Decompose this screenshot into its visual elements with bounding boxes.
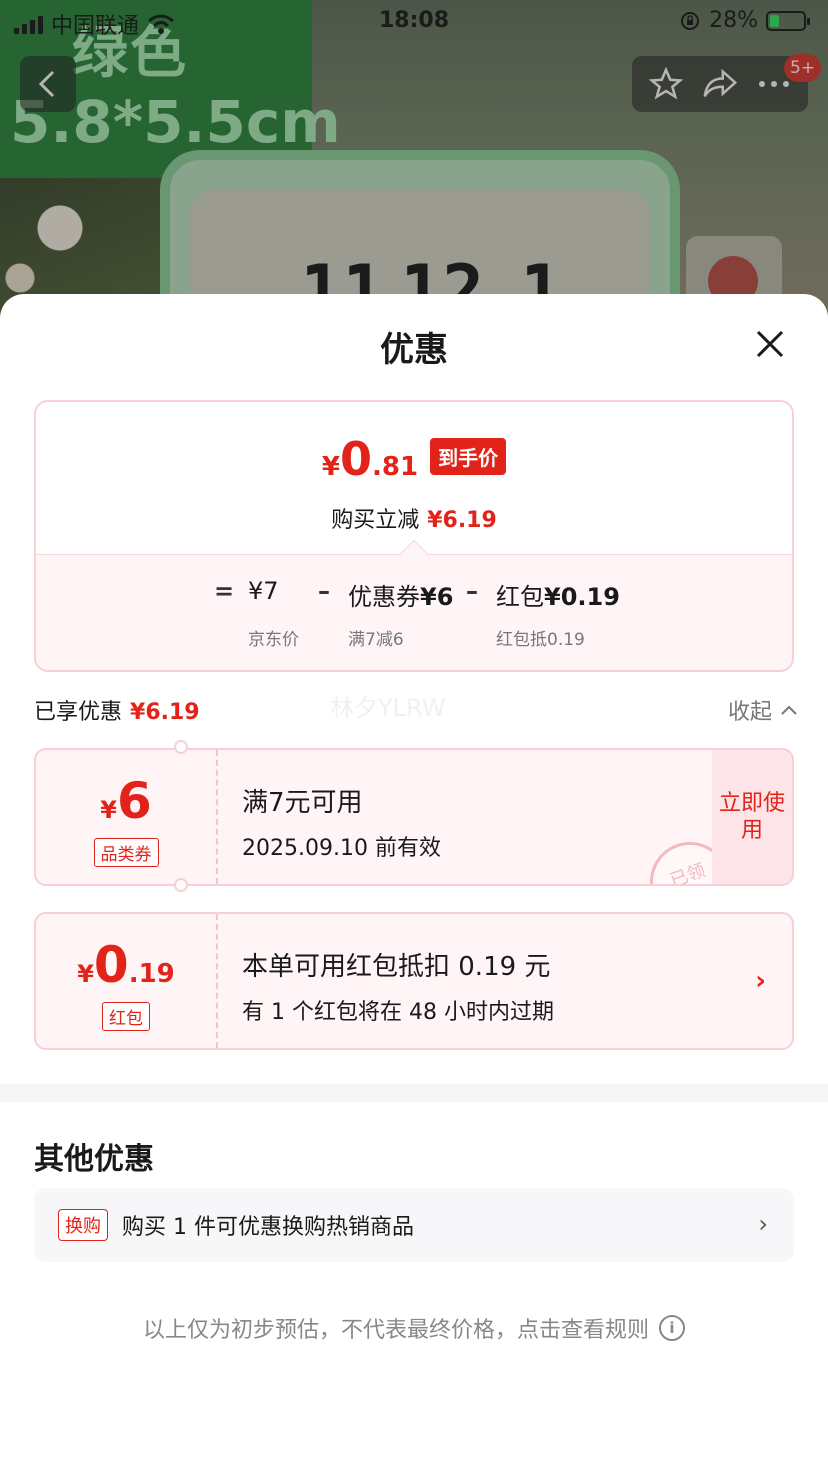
- final-price: ¥ 0 .81 到手价: [36, 436, 792, 485]
- coupon-amount: ¥ 6: [36, 776, 216, 826]
- enjoyed-label: 已享优惠: [34, 700, 123, 725]
- save-line: 购买立减 ¥6.19: [36, 502, 792, 534]
- redpacket-main: 本单可用红包抵扣 0.19 元: [242, 952, 551, 982]
- base-price: ¥7: [248, 577, 279, 605]
- equals-sign: =: [214, 577, 235, 605]
- base-price-label: 京东价: [248, 630, 299, 650]
- trade-in-tag: 换购: [58, 1209, 108, 1241]
- coupon-card[interactable]: ¥ 6 品类券 满7元可用 2025.09.10 前有效 已领 立即使用: [34, 748, 794, 886]
- minus-sign: –: [466, 577, 478, 605]
- save-label: 购买立减: [331, 508, 420, 533]
- coupon-validity: 2025.09.10 前有效: [242, 836, 441, 861]
- product-page-background: 绿色 5.8*5.5cm 11 12 1 5+: [0, 0, 828, 320]
- coupon-amount-value: 6: [116, 772, 152, 830]
- rules-footnote[interactable]: 以上仅为初步预估，不代表最终价格，点击查看规则 i: [0, 1312, 828, 1344]
- currency-symbol: ¥: [100, 796, 117, 824]
- close-icon[interactable]: [750, 324, 790, 364]
- price-decimal: .81: [372, 452, 419, 482]
- trade-in-offer[interactable]: 换购 购买 1 件可优惠换购热销商品 ›: [34, 1188, 794, 1262]
- coupon-breakdown-desc: 满7减6: [348, 630, 404, 650]
- chevron-right-icon[interactable]: ›: [755, 966, 766, 996]
- back-icon: [38, 70, 55, 98]
- redpacket-breakdown-label: 红包: [496, 583, 544, 611]
- price-breakdown: = ¥7 京东价 – 优惠券¥6 满7减6 – 红包¥0.19 红包抵0.19: [36, 539, 792, 670]
- collapse-toggle[interactable]: 收起: [728, 694, 798, 726]
- price-summary: ¥ 0 .81 到手价 购买立减 ¥6.19 = ¥7 京东价 – 优惠券¥6 满…: [34, 400, 794, 672]
- status-bar: 中国联通 18:08 28%: [0, 0, 828, 42]
- message-count-badge: 5+: [784, 54, 822, 82]
- redpacket-card[interactable]: ¥ 0 .19 红包 本单可用红包抵扣 0.19 元 有 1 个红包将在 48 …: [34, 912, 794, 1050]
- back-button[interactable]: [20, 56, 76, 112]
- coupon-type: 品类券: [36, 838, 216, 867]
- sheet-title: 优惠: [380, 330, 448, 370]
- redpacket-integer: 0: [93, 936, 129, 994]
- redpacket-value-block: ¥ 0 .19 红包: [36, 914, 218, 1048]
- more-icon[interactable]: [757, 79, 791, 89]
- footnote-text: 以上仅为初步预估，不代表最终价格，点击查看规则: [142, 1318, 649, 1343]
- status-right-group: 28%: [679, 8, 810, 33]
- section-divider: [0, 1084, 828, 1102]
- chevron-up-icon: [781, 705, 797, 715]
- enjoyed-amount: ¥6.19: [130, 700, 200, 725]
- battery-percent: 28%: [709, 8, 758, 33]
- battery-level: [770, 14, 779, 27]
- use-now-button[interactable]: 立即使用: [712, 750, 792, 884]
- info-icon: i: [659, 1315, 685, 1341]
- redpacket-type-badge: 红包: [102, 1002, 150, 1031]
- redpacket-breakdown-desc: 红包抵0.19: [496, 630, 585, 650]
- redpacket-expiry: 有 1 个红包将在 48 小时内过期: [242, 1000, 554, 1025]
- star-icon[interactable]: [649, 67, 684, 101]
- coupon-condition: 满7元可用: [242, 788, 363, 818]
- other-discounts-title: 其他优惠: [34, 1142, 154, 1177]
- card-cutout: [174, 878, 188, 892]
- chevron-right-icon: ›: [758, 1210, 768, 1238]
- watermark: 林夕YLRW: [330, 694, 446, 722]
- discount-sheet: 优惠 ¥ 0 .81 到手价 购买立减 ¥6.19 = ¥7 京东价 – 优惠券¥…: [0, 294, 828, 1472]
- price-integer: 0: [340, 432, 373, 486]
- redpacket-amount: ¥ 0 .19: [36, 940, 216, 990]
- enjoyed-discount: 已享优惠 ¥6.19: [34, 694, 200, 726]
- coupon-breakdown-label: 优惠券: [348, 583, 420, 611]
- redpacket-breakdown-amount: ¥0.19: [544, 583, 620, 611]
- final-price-tag: 到手价: [430, 438, 507, 475]
- collapse-label: 收起: [727, 700, 772, 725]
- rotation-lock-icon: [681, 11, 700, 30]
- redpacket-decimal: .19: [128, 959, 175, 989]
- redpacket-type: 红包: [36, 1002, 216, 1031]
- minus-sign: –: [318, 577, 330, 605]
- share-icon[interactable]: [702, 67, 738, 101]
- coupon-value-block: ¥ 6 品类券: [36, 750, 218, 884]
- save-amount: ¥6.19: [427, 508, 497, 533]
- card-cutout: [174, 740, 188, 754]
- battery-icon: [766, 10, 810, 31]
- top-action-bar: [632, 56, 808, 112]
- currency-symbol: ¥: [77, 960, 94, 988]
- trade-in-text: 购买 1 件可优惠换购热销商品: [122, 1215, 414, 1240]
- final-price-block: ¥ 0 .81 到手价 购买立减 ¥6.19: [36, 402, 792, 554]
- redpacket-breakdown: 红包¥0.19: [496, 577, 620, 612]
- coupon-type-badge: 品类券: [93, 838, 159, 867]
- coupon-breakdown: 优惠券¥6: [348, 577, 453, 612]
- coupon-breakdown-amount: ¥6: [420, 583, 454, 611]
- currency-symbol: ¥: [321, 452, 340, 482]
